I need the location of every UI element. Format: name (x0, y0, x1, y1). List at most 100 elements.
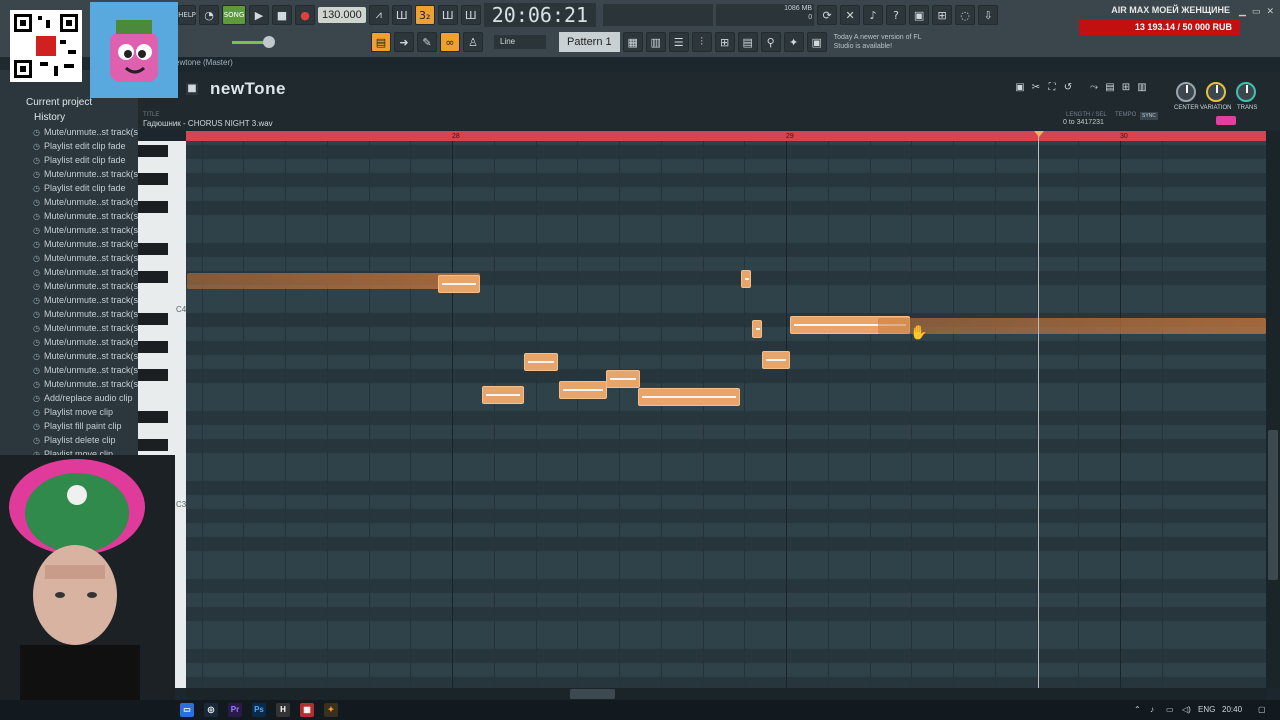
fl-studio-icon[interactable]: ✦ (324, 703, 338, 717)
explorer-icon[interactable]: ▭ (180, 703, 194, 717)
playhead-marker[interactable] (1034, 131, 1044, 137)
reset-icon[interactable]: ↺ (1062, 82, 1074, 94)
history-item[interactable]: ◷ Playlist edit clip fade (33, 183, 126, 193)
master-volume-handle[interactable] (263, 36, 275, 48)
history-item[interactable]: ◷Playlist move clip (33, 407, 113, 417)
volume-icon[interactable]: ◁) (1182, 705, 1191, 714)
cut-icon[interactable]: ✂ (1030, 82, 1042, 94)
history-item[interactable]: ◷ Mute/unmute..st track(s) (33, 295, 141, 305)
black-key[interactable] (138, 341, 168, 353)
song-position-clock[interactable]: 20:06:21 (483, 3, 597, 27)
grid-icon[interactable]: ⊞ (1120, 82, 1132, 94)
history-item[interactable]: ◷ Mute/unmute..st track(s) (33, 197, 141, 207)
minimize-icon[interactable]: ▁ (1239, 6, 1246, 17)
countdown-toggle[interactable]: 3₂ (414, 5, 435, 25)
black-key[interactable] (138, 439, 168, 451)
trans-knob[interactable] (1236, 82, 1256, 102)
piano-roll-icon[interactable]: ▥ (645, 32, 666, 52)
vertical-scroll-thumb[interactable] (1268, 430, 1278, 580)
black-key[interactable] (138, 313, 168, 325)
history-item[interactable]: ◷ Mute/unmute..st track(s) (33, 169, 141, 179)
piano-icon[interactable]: ▥ (1136, 82, 1148, 94)
horizontal-scroll-thumb[interactable] (570, 689, 615, 699)
step-edit-icon[interactable]: Ш (437, 5, 458, 25)
history-item[interactable]: ◷ Mute/unmute..st track(s) (33, 351, 141, 361)
refresh-icon[interactable]: ⟳ (817, 5, 838, 25)
photoshop-icon[interactable]: Ps (252, 703, 266, 717)
pitch-note[interactable] (438, 275, 480, 293)
song-mode-toggle[interactable]: SONG (222, 5, 246, 25)
history-item[interactable]: ◷ Mute/unmute..st track(s) (33, 309, 141, 319)
link-icon[interactable]: ∞ (440, 32, 460, 52)
stop-icon[interactable]: ■ (272, 5, 292, 25)
metronome-icon[interactable]: ◔ (199, 5, 219, 25)
maximize-icon[interactable]: ▭ (1252, 6, 1261, 17)
pitch-note[interactable] (606, 370, 640, 388)
language-indicator[interactable]: ENG (1198, 705, 1215, 714)
arrow-icon[interactable]: ➜ (394, 32, 414, 52)
black-key[interactable] (138, 173, 168, 185)
help-button[interactable]: HELP (178, 5, 196, 25)
pitch-note[interactable] (878, 318, 1266, 334)
black-key[interactable] (138, 243, 168, 255)
record-icon[interactable]: ● (295, 5, 315, 25)
tray-chevron-icon[interactable]: ⌃ (1134, 705, 1141, 714)
project-icon[interactable]: ▤ (737, 32, 758, 52)
notification-icon[interactable]: ▢ (1258, 705, 1266, 714)
variation-knob[interactable] (1206, 82, 1226, 102)
snap-select[interactable]: Line (494, 35, 546, 49)
close-icon[interactable]: ✕ (1266, 6, 1274, 17)
horizontal-scrollbar[interactable] (186, 688, 1266, 700)
tempo-display[interactable]: 130.000 (318, 7, 366, 23)
black-key[interactable] (138, 271, 168, 283)
black-key[interactable] (138, 201, 168, 213)
typing-keyboard-icon[interactable]: ▤ (371, 32, 391, 52)
snap-icon[interactable]: ▤ (1104, 82, 1116, 94)
history-item[interactable]: ◷ Mute/unmute..st track(s) (33, 379, 141, 389)
history-item[interactable]: ◷ Mute/unmute..st track(s) (33, 281, 141, 291)
app-grid-icon[interactable]: ▦ (300, 703, 314, 717)
mic-tray-icon[interactable]: ♪ (1150, 705, 1154, 714)
chat-icon[interactable]: ◌ (955, 5, 976, 25)
history-item[interactable]: ◷ Playlist edit clip fade (33, 155, 126, 165)
pitch-note[interactable] (524, 353, 558, 371)
history-item[interactable]: ◷ Mute/unmute..st track(s) (33, 225, 141, 235)
history-item[interactable]: ◷ Mute/unmute..st track(s) (33, 239, 141, 249)
history-folder[interactable]: History (34, 112, 65, 123)
shop-icon[interactable]: ▣ (806, 32, 827, 52)
history-item[interactable]: ◷ Playlist edit clip fade (33, 141, 126, 151)
history-item[interactable]: ◷ Mute/unmute..st track(s) (33, 365, 141, 375)
pitch-note[interactable] (762, 351, 790, 369)
history-item[interactable]: ◷ Playlist fill paint clip (33, 421, 122, 431)
close-project-icon[interactable]: ✕ (840, 5, 861, 25)
formant-toggle[interactable] (1216, 116, 1236, 125)
playlist-icon[interactable]: ▦ (622, 32, 643, 52)
play-icon[interactable]: ▶ (249, 5, 269, 25)
history-item[interactable]: ◷ Mute/unmute..st track(s) (33, 267, 141, 277)
pitch-tool-icon[interactable]: ⤳ (1088, 82, 1100, 94)
slice-icon[interactable]: ⛶ (1046, 82, 1058, 94)
history-item[interactable]: ◷ Mute/unmute..st track(s) (33, 211, 141, 221)
save-icon[interactable]: ▣ (1014, 82, 1026, 94)
mixer-icon[interactable]: ⫶ (691, 32, 712, 52)
mic-icon[interactable]: ♪ (863, 5, 884, 25)
pattern-selector[interactable]: Pattern 1 (559, 32, 620, 52)
help-question-icon[interactable]: ? (886, 5, 907, 25)
network-icon[interactable]: ▭ (1166, 705, 1174, 714)
history-item[interactable]: ◷ Mute/unmute..st track(s) (33, 323, 141, 333)
current-project-label[interactable]: Current project (26, 97, 92, 108)
taskbar-clock[interactable]: 20:40 (1222, 705, 1242, 714)
plugin-database-icon[interactable]: ⚲ (760, 32, 781, 52)
plugin-icon[interactable]: ⊞ (932, 5, 953, 25)
center-knob[interactable] (1176, 82, 1196, 102)
playhead[interactable] (1038, 131, 1039, 688)
history-item[interactable]: ◷ Mute/unmute..st track(s) (33, 253, 141, 263)
timeline-ruler[interactable] (186, 131, 1266, 141)
premiere-icon[interactable]: Pr (228, 703, 242, 717)
pencil-icon[interactable]: ✎ (417, 32, 437, 52)
history-item[interactable]: ◷ Add/replace audio clip (33, 393, 133, 403)
browser-icon[interactable]: ⊞ (714, 32, 735, 52)
tempo-tapper-icon[interactable]: ✦ (783, 32, 804, 52)
stop-icon[interactable]: ■ (186, 83, 198, 95)
vertical-scrollbar[interactable] (1266, 131, 1280, 688)
